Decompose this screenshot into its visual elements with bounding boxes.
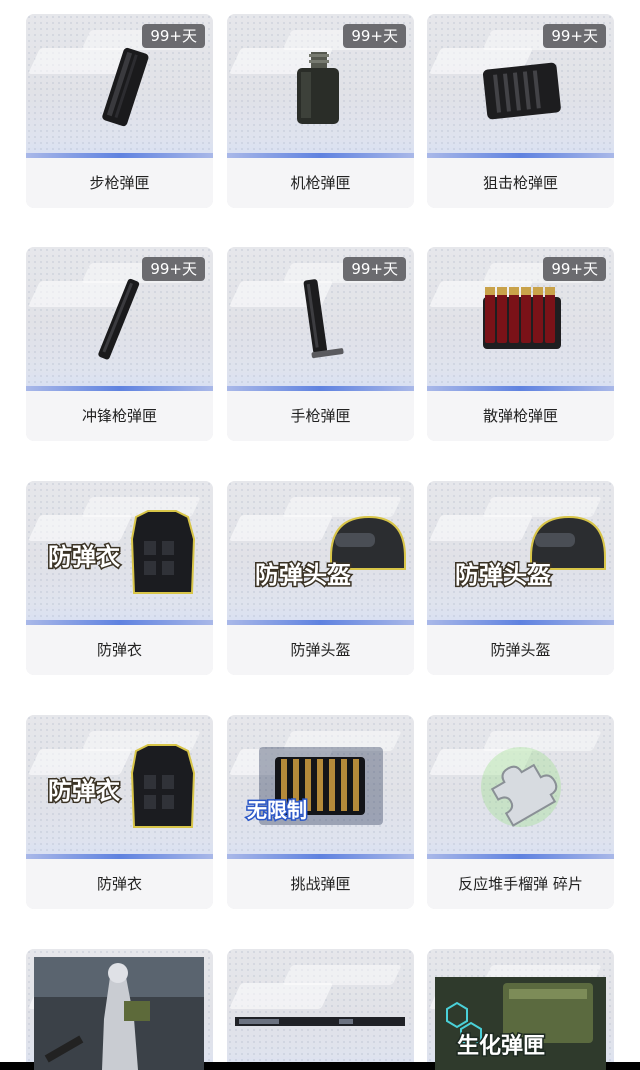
duration-badge: 99+天: [142, 24, 205, 48]
challenge-ammo-icon: 无限制: [246, 747, 383, 825]
item-name: 狙击枪弹匣: [427, 158, 614, 208]
overlay-label: 防弹衣: [48, 777, 120, 805]
item-name: 挑战弹匣: [227, 859, 414, 909]
duration-badge: 99+天: [343, 257, 406, 281]
item-grid: 99+天 步枪弹匣 99+天 机枪弹匣 99+天 狙击枪弹匣 99+天 冲锋枪弹…: [0, 0, 640, 1070]
item-name: 冲锋枪弹匣: [26, 391, 213, 441]
item-card[interactable]: [227, 949, 414, 1070]
item-card[interactable]: 99+天 机枪弹匣: [227, 14, 414, 208]
item-name: 散弹枪弹匣: [427, 391, 614, 441]
item-name: 防弹头盔: [427, 625, 614, 675]
item-card[interactable]: [26, 949, 213, 1070]
duration-badge: 99+天: [543, 257, 606, 281]
body-armor-icon: 防弹衣: [47, 510, 196, 594]
item-card[interactable]: 99+天 步枪弹匣: [26, 14, 213, 208]
item-name: 防弹衣: [26, 859, 213, 909]
item-card[interactable]: 99+天 手枪弹匣: [227, 247, 414, 441]
item-card[interactable]: 99+天 散弹枪弹匣: [427, 247, 614, 441]
item-card[interactable]: 无限制 挑战弹匣: [227, 715, 414, 909]
item-name: 反应堆手榴弹 碎片: [427, 859, 614, 909]
overlay-label: 无限制: [247, 798, 307, 822]
overlay-label: 防弹头盔: [455, 561, 551, 589]
overlay-label: 生化弹匣: [457, 1033, 545, 1059]
character-image-icon: [34, 957, 204, 1070]
item-card[interactable]: 防弹头盔 防弹头盔: [227, 481, 414, 675]
item-card[interactable]: 防弹衣 防弹衣: [26, 715, 213, 909]
overlay-label: 防弹衣: [48, 543, 120, 571]
body-armor-icon: 防弹衣: [47, 744, 196, 828]
item-name: 手枪弹匣: [227, 391, 414, 441]
duration-badge: 99+天: [543, 24, 606, 48]
item-name: 防弹衣: [26, 625, 213, 675]
item-card[interactable]: 99+天 狙击枪弹匣: [427, 14, 614, 208]
item-card[interactable]: 防弹衣 防弹衣: [26, 481, 213, 675]
helmet-icon: 防弹头盔: [254, 515, 406, 591]
duration-badge: 99+天: [343, 24, 406, 48]
item-name: 机枪弹匣: [227, 158, 414, 208]
overlay-label: 防弹头盔: [255, 561, 351, 589]
bio-ammo-icon: 生化弹匣: [435, 977, 606, 1070]
item-name: 防弹头盔: [227, 625, 414, 675]
item-card[interactable]: 防弹头盔 防弹头盔: [427, 481, 614, 675]
item-card[interactable]: 生化弹匣: [427, 949, 614, 1070]
duration-badge: 99+天: [142, 257, 205, 281]
helmet-icon: 防弹头盔: [454, 515, 606, 591]
item-card[interactable]: 反应堆手榴弹 碎片: [427, 715, 614, 909]
item-name: 步枪弹匣: [26, 158, 213, 208]
item-card[interactable]: 99+天 冲锋枪弹匣: [26, 247, 213, 441]
banner-image-icon: [235, 1017, 405, 1026]
puzzle-piece-icon: [481, 747, 561, 827]
